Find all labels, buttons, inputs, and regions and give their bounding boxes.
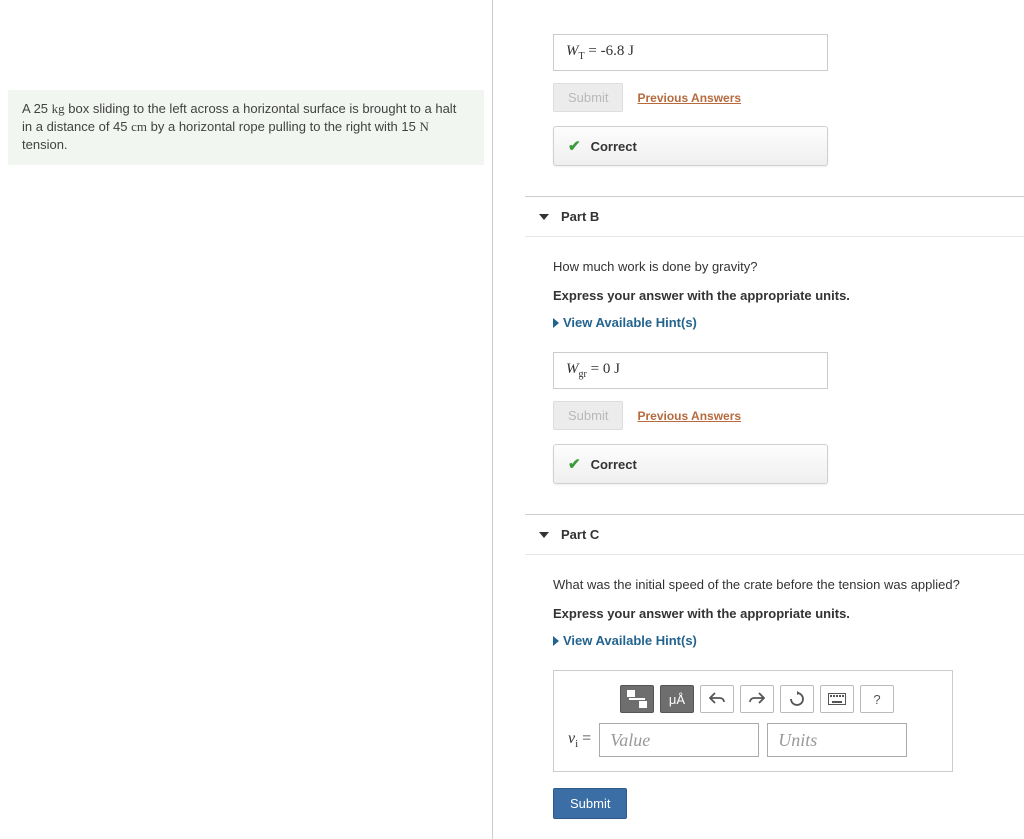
previous-answers-link-a[interactable]: Previous Answers — [637, 91, 741, 105]
answer-eq: = — [587, 361, 603, 377]
answer-display-b: Wgr = 0 J — [553, 352, 828, 389]
units-tool-button[interactable]: μÅ — [660, 685, 694, 713]
check-icon: ✔ — [568, 455, 581, 473]
answer-input-panel: μÅ ? vi = — [553, 670, 953, 772]
correct-label: Correct — [591, 139, 637, 154]
reset-button[interactable] — [780, 685, 814, 713]
keyboard-button[interactable] — [820, 685, 854, 713]
redo-icon — [749, 692, 765, 706]
hints-text: View Available Hint(s) — [563, 633, 697, 648]
help-button[interactable]: ? — [860, 685, 894, 713]
problem-column: A 25 kg box sliding to the left across a… — [0, 0, 492, 839]
answer-display-a: WT = -6.8 J — [553, 34, 828, 71]
submit-button-b: Submit — [553, 401, 623, 430]
unit-kg: kg — [52, 101, 65, 116]
correct-feedback-b: ✔ Correct — [553, 444, 828, 484]
submit-row-a: Submit Previous Answers — [553, 83, 1024, 112]
undo-icon — [709, 692, 725, 706]
caret-down-icon — [539, 214, 549, 220]
part-c-question: What was the initial speed of the crate … — [553, 577, 1024, 592]
correct-feedback-a: ✔ Correct — [553, 126, 828, 166]
value-input[interactable] — [599, 723, 759, 757]
input-toolbar: μÅ ? — [620, 685, 938, 713]
answer-column: WT = -6.8 J Submit Previous Answers ✔ Co… — [492, 0, 1024, 839]
part-c-body: What was the initial speed of the crate … — [493, 555, 1024, 819]
problem-text: tension. — [22, 137, 68, 152]
problem-text: by a horizontal rope pulling to the righ… — [147, 119, 419, 134]
units-input[interactable] — [767, 723, 907, 757]
part-c-instruction: Express your answer with the appropriate… — [553, 606, 1024, 621]
correct-label: Correct — [591, 457, 637, 472]
keyboard-icon — [828, 693, 846, 705]
hints-link-b[interactable]: View Available Hint(s) — [553, 315, 697, 330]
answer-var: W — [566, 43, 579, 59]
answer-val: -6.8 J — [601, 43, 634, 59]
answer-eq: = — [585, 43, 601, 59]
part-b-body: How much work is done by gravity? Expres… — [493, 237, 1024, 484]
redo-button[interactable] — [740, 685, 774, 713]
part-c-header[interactable]: Part C — [525, 514, 1024, 555]
unit-cm: cm — [131, 119, 147, 134]
submit-button-c[interactable]: Submit — [553, 788, 627, 819]
part-b-instruction: Express your answer with the appropriate… — [553, 288, 1024, 303]
answer-var: W — [566, 361, 579, 377]
hints-link-c[interactable]: View Available Hint(s) — [553, 633, 697, 648]
problem-text: A 25 — [22, 101, 52, 116]
part-b-header[interactable]: Part B — [525, 196, 1024, 237]
part-b-question: How much work is done by gravity? — [553, 259, 1024, 274]
part-b-title: Part B — [561, 209, 599, 224]
input-row: vi = — [568, 723, 938, 757]
hints-text: View Available Hint(s) — [563, 315, 697, 330]
check-icon: ✔ — [568, 137, 581, 155]
caret-down-icon — [539, 532, 549, 538]
part-c-title: Part C — [561, 527, 599, 542]
submit-button-a: Submit — [553, 83, 623, 112]
reset-icon — [789, 691, 805, 707]
part-a-content: WT = -6.8 J Submit Previous Answers ✔ Co… — [493, 34, 1024, 166]
caret-right-icon — [553, 636, 559, 646]
fraction-tool-button[interactable] — [620, 685, 654, 713]
caret-right-icon — [553, 318, 559, 328]
answer-val: 0 J — [603, 361, 620, 377]
submit-row-b: Submit Previous Answers — [553, 401, 1024, 430]
fraction-icon — [627, 690, 647, 708]
unit-n: N — [419, 119, 428, 134]
previous-answers-link-b[interactable]: Previous Answers — [637, 409, 741, 423]
variable-label: vi = — [568, 730, 591, 750]
answer-sub: gr — [579, 369, 587, 380]
submit-row-c: Submit — [553, 788, 1024, 819]
undo-button[interactable] — [700, 685, 734, 713]
var-eq: = — [578, 730, 591, 747]
problem-statement: A 25 kg box sliding to the left across a… — [8, 90, 484, 165]
